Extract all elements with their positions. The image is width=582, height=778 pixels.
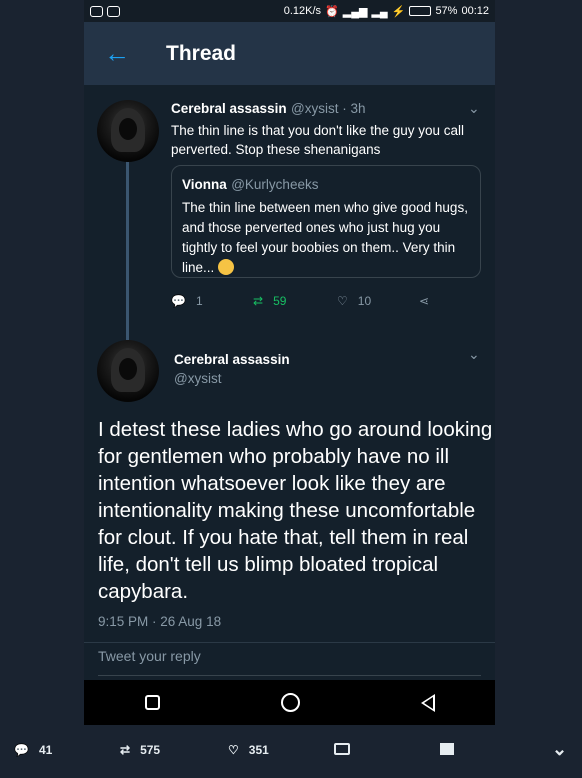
- chevron-down-icon[interactable]: ⌄: [468, 100, 480, 117]
- reply-input[interactable]: Tweet your reply: [98, 648, 481, 676]
- chevron-down-icon[interactable]: ⌄: [468, 346, 480, 363]
- quoted-tweet[interactable]: Vionna @Kurlycheeks The thin line betwee…: [171, 165, 481, 278]
- retweet-button[interactable]: ⇄ 59: [253, 294, 337, 308]
- retweet-count: 59: [273, 294, 287, 308]
- heart-icon: ♡: [337, 294, 348, 308]
- mail-icon: [334, 743, 350, 755]
- page-title: Thread: [166, 41, 237, 65]
- chevron-down-icon[interactable]: ⌄: [552, 739, 567, 760]
- heart-icon: ♡: [228, 743, 239, 757]
- reply-icon: 💬: [14, 743, 29, 757]
- like-button[interactable]: ♡ 10: [337, 294, 419, 308]
- dm-button[interactable]: [334, 743, 350, 755]
- reply-count: 1: [195, 294, 203, 308]
- tweet-main-text: I detest these ladies who go around look…: [98, 418, 493, 603]
- retweet-icon: ⇄: [253, 294, 264, 308]
- retweet-icon: ⇄: [120, 743, 131, 757]
- avatar[interactable]: [97, 340, 159, 402]
- avatar[interactable]: [97, 100, 159, 162]
- unamused-emoji-icon: [218, 259, 235, 275]
- battery-percent: 57%: [435, 5, 458, 17]
- tweet-author-handle: @xysist · 3h: [291, 101, 366, 116]
- more-button[interactable]: [440, 743, 454, 755]
- network-speed: 0.12K/s: [283, 5, 322, 17]
- share-icon: ⋖: [419, 294, 430, 308]
- home-button[interactable]: [280, 693, 300, 712]
- back-button[interactable]: [420, 693, 435, 712]
- bottom-action-bar: 💬 41 ⇄ 575 ♡ 351 ⌄: [0, 725, 582, 778]
- quote-author-handle: @Kurlycheeks: [231, 177, 319, 192]
- tweet-parent[interactable]: Cerebral assassin @xysist · 3h The thin …: [171, 100, 491, 159]
- quote-author-name: Vionna: [182, 177, 227, 192]
- app-bar: ← Thread: [84, 22, 495, 85]
- share-button[interactable]: ⋖: [419, 294, 429, 308]
- like-count: 351: [248, 743, 269, 757]
- signal-icon-2: ▂▄: [371, 5, 388, 18]
- reply-icon: 💬: [171, 294, 186, 308]
- whatsapp-notification-icon: [90, 5, 103, 17]
- tweet-timestamp: 9:15 PM · 26 Aug 18: [98, 614, 222, 629]
- tweet-actions: 💬 1 ⇄ 59 ♡ 10 ⋖: [171, 294, 429, 308]
- retweet-count: 575: [140, 743, 161, 757]
- tweet-author-name[interactable]: Cerebral assassin: [171, 101, 287, 116]
- stack-icon: [440, 743, 454, 755]
- charging-icon: ⚡: [391, 5, 406, 18]
- alarm-icon: ⏰: [325, 5, 339, 18]
- tweet-main-header[interactable]: Cerebral assassin @xysist: [174, 352, 290, 386]
- clock: 00:12: [461, 5, 489, 17]
- reply-count: 41: [38, 743, 53, 757]
- recent-apps-button[interactable]: [144, 695, 160, 710]
- divider: [84, 642, 495, 643]
- signal-icon: ▂▄▆: [342, 5, 368, 18]
- reply-button[interactable]: 💬 41: [14, 743, 52, 757]
- thread-connector: [126, 150, 129, 340]
- back-arrow-icon[interactable]: ←: [104, 38, 144, 69]
- image-notification-icon: [107, 5, 120, 17]
- tweet-author-name[interactable]: Cerebral assassin: [174, 352, 290, 367]
- phone-screen: 0.12K/s ⏰ ▂▄▆ ▂▄ ⚡ 57% 00:12 ← Thread Ce…: [84, 0, 495, 725]
- tweet-text: The thin line is that you don't like the…: [171, 123, 464, 157]
- android-nav-bar: [84, 680, 495, 725]
- battery-icon: [409, 6, 432, 16]
- reply-button[interactable]: 💬 1: [171, 294, 253, 308]
- status-bar: 0.12K/s ⏰ ▂▄▆ ▂▄ ⚡ 57% 00:12: [84, 0, 495, 22]
- like-count: 10: [357, 294, 372, 308]
- like-button[interactable]: ♡ 351: [228, 743, 269, 757]
- tweet-author-handle: @xysist: [174, 371, 222, 386]
- retweet-button[interactable]: ⇄ 575: [120, 743, 160, 757]
